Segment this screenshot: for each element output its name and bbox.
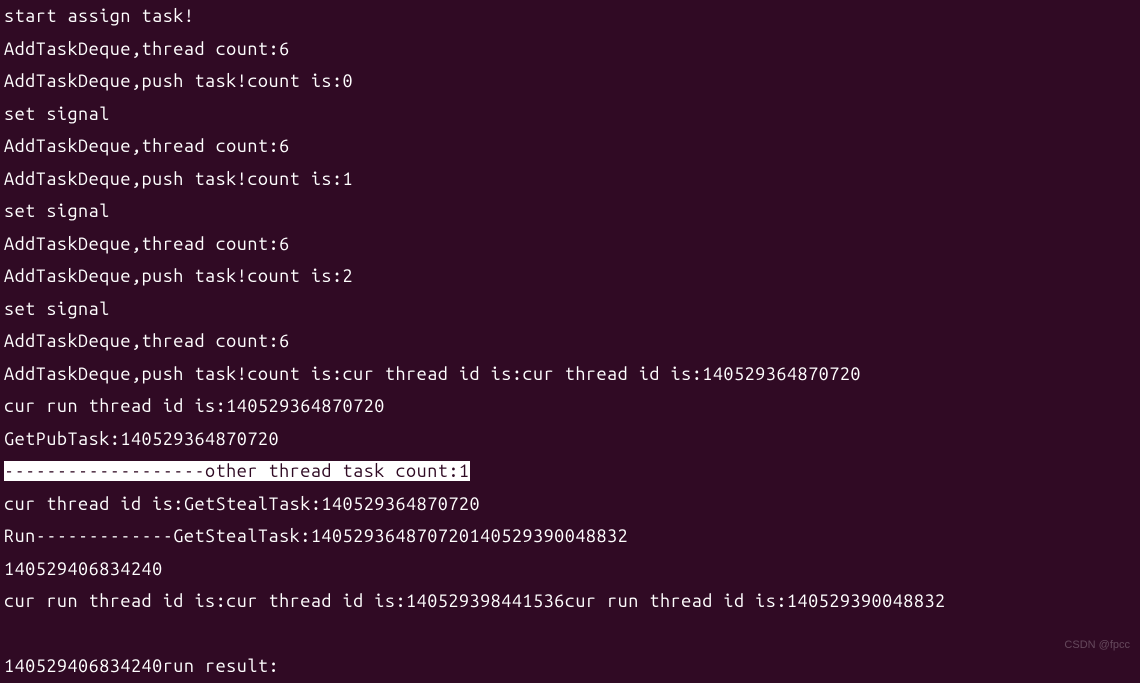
terminal-line: 140529406834240run result: [4, 650, 1136, 683]
watermark-text: CSDN @fpcc [1064, 629, 1130, 662]
terminal-line: start assign task! [4, 0, 1136, 33]
terminal-line: AddTaskDeque,push task!count is:0 [4, 65, 1136, 98]
terminal-line: set signal [4, 195, 1136, 228]
terminal-line: AddTaskDeque,thread count:6 [4, 33, 1136, 66]
terminal-line: set signal [4, 293, 1136, 326]
terminal-line: AddTaskDeque,thread count:6 [4, 228, 1136, 261]
terminal-line: cur thread id is:GetStealTask:1405293648… [4, 488, 1136, 521]
terminal-line: AddTaskDeque,push task!count is:2 [4, 260, 1136, 293]
terminal-line: -------------------other thread task cou… [4, 455, 1136, 488]
terminal-line: AddTaskDeque,thread count:6 [4, 325, 1136, 358]
terminal-output[interactable]: start assign task!AddTaskDeque,thread co… [4, 0, 1136, 683]
terminal-line: set signal [4, 98, 1136, 131]
terminal-line: 140529406834240 [4, 553, 1136, 586]
terminal-line: cur run thread id is:140529364870720 [4, 390, 1136, 423]
terminal-line: cur run thread id is:cur thread id is:14… [4, 585, 1136, 618]
terminal-line: AddTaskDeque,push task!count is:cur thre… [4, 358, 1136, 391]
terminal-line: AddTaskDeque,push task!count is:1 [4, 163, 1136, 196]
terminal-line: GetPubTask:140529364870720 [4, 423, 1136, 456]
terminal-line: Run-------------GetStealTask:14052936487… [4, 520, 1136, 553]
terminal-line: AddTaskDeque,thread count:6 [4, 130, 1136, 163]
terminal-line [4, 618, 1136, 651]
highlighted-text: -------------------other thread task cou… [4, 461, 470, 481]
